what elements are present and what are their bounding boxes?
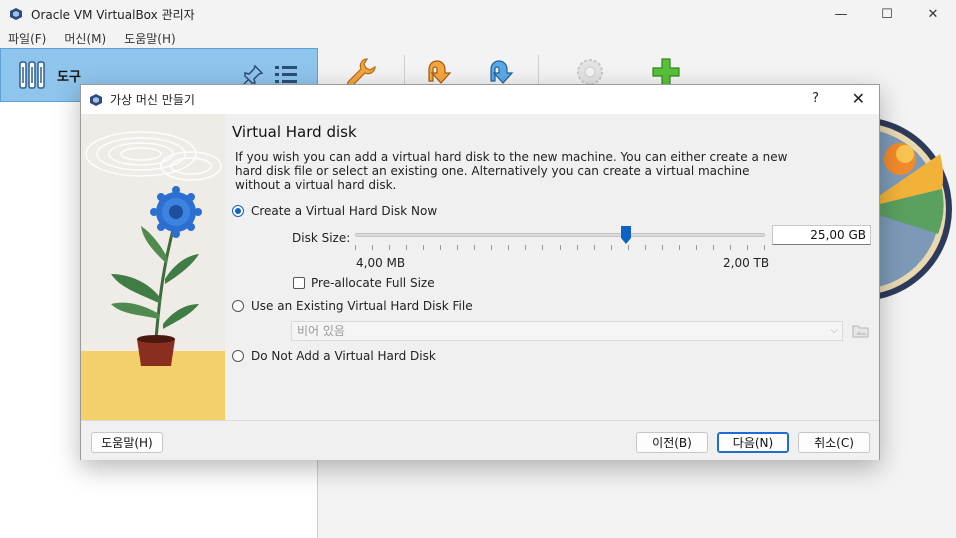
folder-icon [852, 325, 869, 338]
disk-size-input[interactable]: 25,00 GB [772, 225, 871, 245]
slider-tick [576, 245, 578, 250]
minimize-button[interactable]: — [818, 0, 864, 28]
option-use-existing[interactable]: Use an Existing Virtual Hard Disk File [232, 299, 473, 313]
radio-create-disk[interactable] [232, 205, 244, 217]
menu-file[interactable]: 파일(F) [0, 30, 54, 47]
create-vm-dialog: 가상 머신 만들기 ? ✕ Virtual Hard disk If you w… [80, 84, 880, 460]
disk-size-slider[interactable] [355, 226, 765, 250]
slider-tick [542, 245, 544, 250]
slider-track [355, 233, 765, 237]
page-heading: Virtual Hard disk [232, 123, 357, 141]
slider-tick [525, 245, 527, 250]
slider-tick [746, 245, 748, 250]
slider-tick [695, 245, 697, 250]
menu-bar: 파일(F) 머신(M) 도움말(H) [0, 28, 956, 48]
dialog-close-button[interactable]: ✕ [852, 89, 865, 108]
dialog-body: Virtual Hard disk If you wish you can ad… [81, 114, 879, 420]
option-create-disk[interactable]: Create a Virtual Hard Disk Now [232, 204, 437, 218]
preallocate-label: Pre-allocate Full Size [311, 276, 435, 290]
back-button[interactable]: 이전(B) [636, 432, 708, 453]
virtualbox-logo-icon [90, 93, 102, 106]
existing-disk-combo: 비어 있음 ⌵ [291, 321, 843, 341]
slider-tick [508, 245, 510, 250]
option-no-disk-label: Do Not Add a Virtual Hard Disk [251, 349, 436, 363]
dialog-footer: 도움말(H) 이전(B) 다음(N) 취소(C) [81, 420, 879, 460]
slider-tick [389, 245, 391, 250]
wizard-content: Virtual Hard disk If you wish you can ad… [225, 114, 879, 420]
slider-tick [729, 245, 731, 250]
option-create-disk-label: Create a Virtual Hard Disk Now [251, 204, 438, 218]
slider-tick [440, 245, 442, 250]
disk-size-max-label: 2,00 TB [723, 256, 770, 270]
slider-tick [644, 245, 646, 250]
preallocate-option[interactable]: Pre-allocate Full Size [293, 276, 435, 290]
menu-help[interactable]: 도움말(H) [116, 30, 184, 47]
virtualbox-logo-icon [10, 8, 22, 20]
slider-tick [491, 245, 493, 250]
help-button[interactable]: 도움말(H) [91, 432, 163, 453]
slider-tick [355, 245, 356, 250]
page-description: If you wish you can add a virtual hard d… [235, 150, 788, 192]
slider-tick [678, 245, 680, 250]
preallocate-checkbox[interactable] [293, 277, 305, 289]
menu-machine[interactable]: 머신(M) [56, 30, 114, 47]
disk-size-min-label: 4,00 MB [356, 256, 406, 270]
next-button[interactable]: 다음(N) [717, 432, 789, 453]
slider-tick [423, 245, 425, 250]
slider-tick [559, 245, 561, 250]
welcome-disc-illustration [880, 119, 952, 299]
slider-tick [372, 245, 374, 250]
slider-tick [406, 245, 408, 250]
cancel-button[interactable]: 취소(C) [798, 432, 870, 453]
choose-disk-file-button [851, 321, 871, 341]
chevron-down-icon: ⌵ [830, 325, 838, 336]
dialog-titlebar: 가상 머신 만들기 ? ✕ [81, 85, 879, 114]
slider-tick [627, 245, 629, 250]
tools-icon [19, 61, 45, 89]
maximize-button[interactable]: ☐ [864, 0, 910, 28]
option-use-existing-label: Use an Existing Virtual Hard Disk File [251, 299, 473, 313]
window-title: Oracle VM VirtualBox 관리자 [31, 7, 195, 22]
wizard-illustration [81, 114, 225, 420]
slider-tick [593, 245, 595, 250]
slider-tick [474, 245, 476, 250]
disk-size-label: Disk Size: [292, 231, 351, 245]
tools-label: 도구 [57, 69, 81, 85]
dialog-title: 가상 머신 만들기 [110, 93, 195, 107]
radio-use-existing[interactable] [232, 300, 244, 312]
close-button[interactable]: ✕ [910, 0, 956, 28]
existing-disk-value: 비어 있음 [297, 324, 345, 338]
slider-thumb[interactable] [620, 226, 631, 244]
main-titlebar: Oracle VM VirtualBox 관리자 — ☐ ✕ [0, 0, 956, 28]
radio-no-disk[interactable] [232, 350, 244, 362]
slider-tick [764, 245, 765, 250]
slider-tick [712, 245, 714, 250]
slider-tick [610, 245, 612, 250]
slider-tick [661, 245, 663, 250]
option-no-disk[interactable]: Do Not Add a Virtual Hard Disk [232, 349, 436, 363]
dialog-help-button[interactable]: ? [812, 91, 819, 106]
slider-tick [457, 245, 459, 250]
